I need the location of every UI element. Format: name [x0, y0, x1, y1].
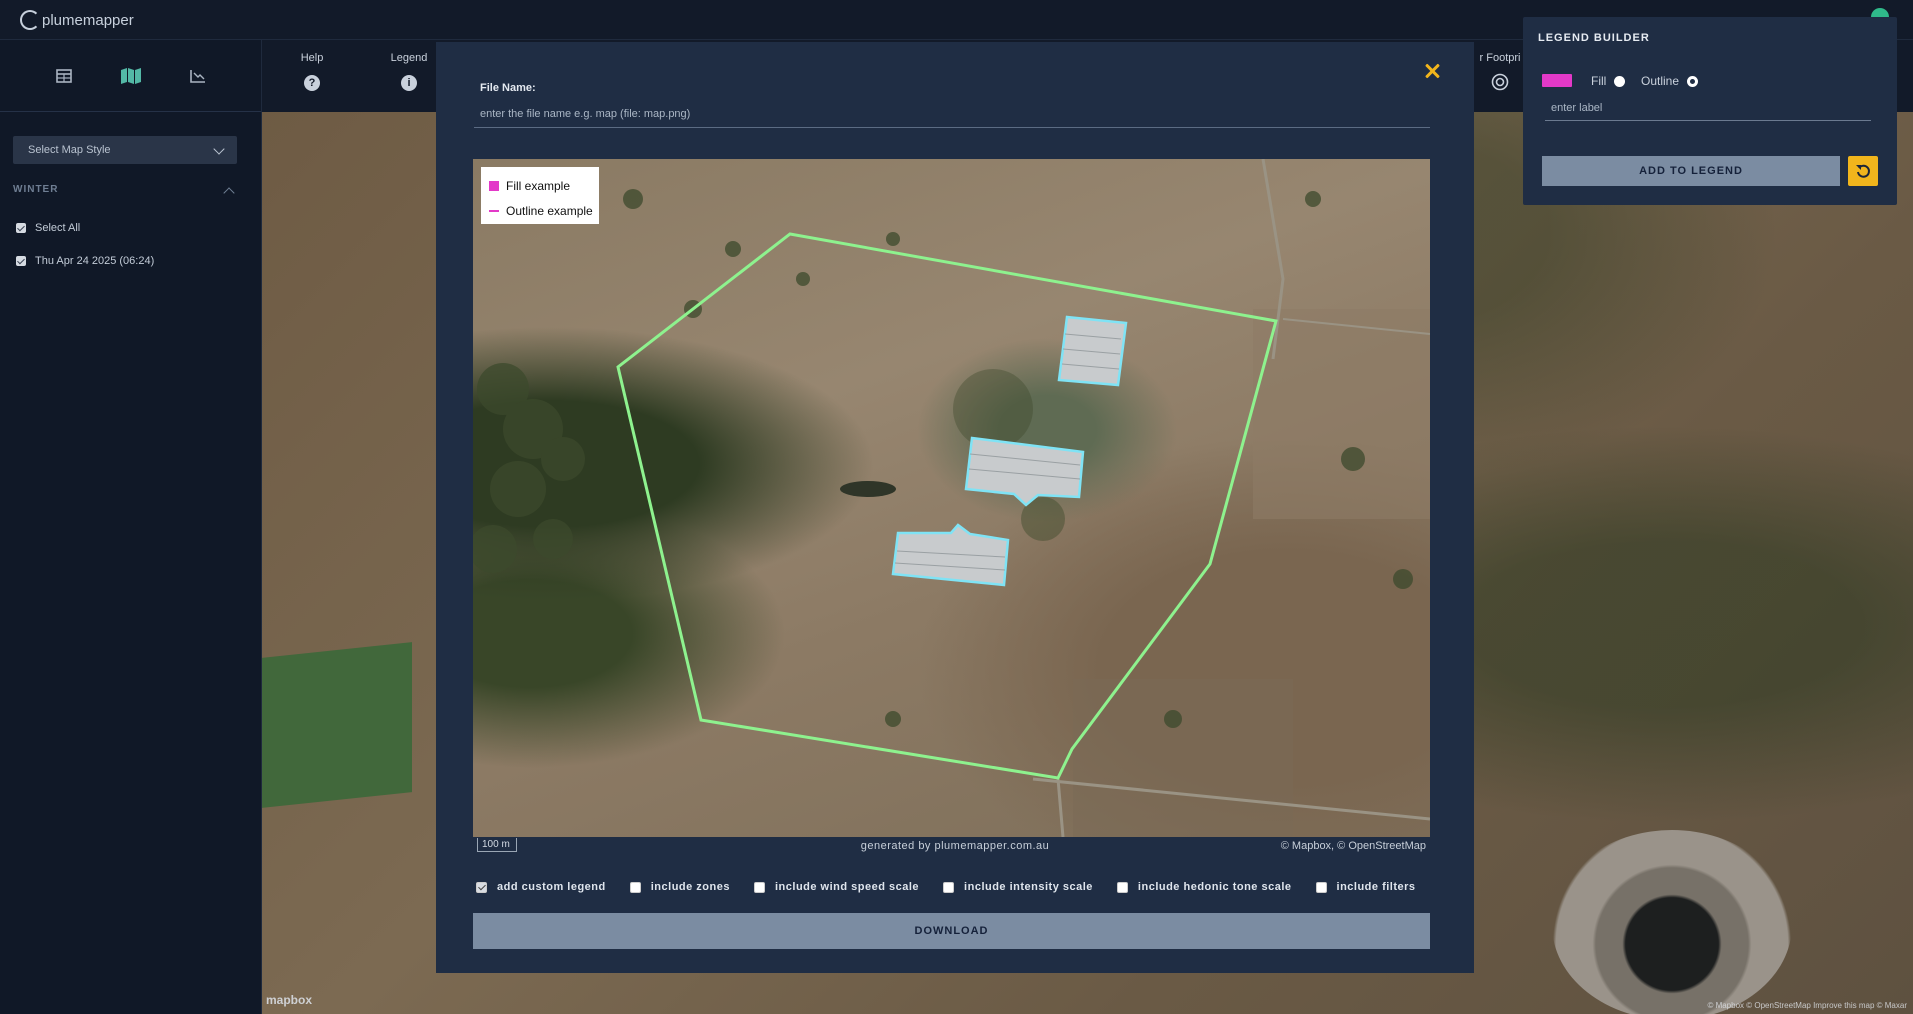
map-icon — [120, 67, 141, 84]
reset-icon — [1856, 164, 1870, 178]
checkbox-icon[interactable] — [16, 223, 26, 233]
option-label: include hedonic tone scale — [1137, 881, 1292, 893]
fill-radio-label: Fill — [1591, 74, 1607, 88]
preview-attribution: © Mapbox, © OpenStreetMap — [1280, 840, 1426, 852]
color-swatch-picker[interactable] — [1542, 74, 1572, 87]
legend-outline-label: Outline example — [506, 203, 593, 218]
winter-section-header[interactable]: WINTER — [13, 184, 237, 204]
fill-swatch — [489, 180, 499, 191]
logo-text: plumemapper — [42, 11, 134, 29]
help-label: Help — [300, 52, 324, 64]
export-modal: File Name: enter the file name e.g. map … — [436, 42, 1474, 973]
file-name-label: File Name: — [480, 82, 536, 94]
map-attribution: © Mapbox © OpenStreetMap Improve this ma… — [1707, 1001, 1907, 1010]
chevron-up-icon[interactable] — [223, 187, 235, 199]
mapbox-logo: mapbox — [266, 993, 313, 1007]
target-icon — [1491, 73, 1509, 91]
question-icon: ? — [304, 75, 320, 91]
checkbox-icon[interactable] — [476, 881, 487, 893]
checkbox-icon[interactable] — [16, 256, 26, 266]
map-style-select[interactable]: Select Map Style — [13, 136, 237, 164]
map-preview: Fill example Outline example — [473, 159, 1430, 837]
tab-chart[interactable] — [178, 56, 218, 96]
map-style-label: Select Map Style — [28, 144, 111, 156]
option-filters[interactable]: include filters — [1315, 881, 1416, 893]
help-button[interactable]: Help ? — [292, 52, 332, 91]
close-icon[interactable] — [1421, 60, 1443, 82]
reset-button[interactable] — [1848, 156, 1878, 186]
option-zones[interactable]: include zones — [629, 881, 730, 893]
table-icon — [55, 68, 72, 83]
download-button[interactable]: DOWNLOAD — [473, 913, 1430, 949]
option-hedonic-tone-scale[interactable]: include hedonic tone scale — [1116, 881, 1292, 893]
checkbox-icon[interactable] — [754, 881, 765, 893]
option-label: include wind speed scale — [775, 881, 920, 893]
footprint-label: r Footpri — [1479, 52, 1521, 64]
export-options: add custom legend include zones include … — [476, 881, 1440, 893]
footprint-button[interactable]: r Footpri — [1470, 52, 1530, 94]
outline-radio-option[interactable]: Outline — [1641, 74, 1699, 88]
option-custom-legend[interactable]: add custom legend — [476, 881, 606, 893]
green-field — [262, 642, 412, 808]
preview-overlay — [473, 159, 1430, 837]
select-all-label: Select All — [35, 222, 81, 234]
legend-fill-label: Fill example — [506, 178, 571, 193]
building-cluster — [891, 315, 1128, 587]
legend-button[interactable]: Legend i — [384, 52, 434, 91]
legend-outline-row: Outline example — [489, 198, 599, 223]
chevron-down-icon — [213, 143, 225, 155]
chart-icon — [189, 69, 205, 83]
option-intensity-scale[interactable]: include intensity scale — [943, 881, 1093, 893]
legend-fill-row: Fill example — [489, 173, 599, 198]
option-wind-speed-scale[interactable]: include wind speed scale — [754, 881, 919, 893]
tab-table[interactable] — [44, 56, 84, 96]
option-label: include zones — [650, 881, 730, 893]
checkbox-icon[interactable] — [943, 881, 955, 893]
outline-radio-label: Outline — [1641, 74, 1680, 88]
date-checkbox[interactable]: Thu Apr 24 2025 (06:24) — [16, 255, 154, 267]
radio-icon[interactable] — [1614, 75, 1626, 87]
sidebar-tabs — [0, 40, 261, 112]
legend-label-input[interactable] — [1545, 95, 1871, 121]
custom-legend: Fill example Outline example — [481, 167, 599, 224]
option-label: include filters — [1336, 881, 1416, 893]
fill-radio-option[interactable]: Fill — [1591, 74, 1626, 88]
checkbox-icon[interactable] — [629, 881, 641, 893]
sidebar: Select Map Style WINTER Select All Thu A… — [0, 40, 262, 1014]
info-icon: i — [401, 75, 417, 91]
logo-icon — [20, 10, 40, 30]
legend-builder-panel: LEGEND BUILDER Fill Outline ADD TO LEGEN… — [1523, 17, 1897, 205]
select-all-checkbox[interactable]: Select All — [16, 222, 80, 234]
checkbox-icon[interactable] — [1315, 881, 1327, 893]
radio-selected-icon[interactable] — [1687, 75, 1699, 87]
app-logo[interactable]: plumemapper — [20, 8, 134, 32]
add-to-legend-button[interactable]: ADD TO LEGEND — [1542, 156, 1840, 186]
option-label: add custom legend — [497, 881, 606, 893]
date-label: Thu Apr 24 2025 (06:24) — [35, 255, 155, 267]
option-label: include intensity scale — [964, 881, 1093, 893]
legend-builder-title: LEGEND BUILDER — [1538, 32, 1650, 44]
outline-swatch — [489, 209, 499, 212]
legend-label: Legend — [390, 52, 428, 64]
file-name-input[interactable] — [474, 100, 1430, 128]
quarry-area — [1552, 830, 1792, 1014]
section-title: WINTER — [13, 184, 59, 195]
checkbox-icon[interactable] — [1116, 881, 1128, 893]
tab-map[interactable] — [111, 56, 151, 96]
